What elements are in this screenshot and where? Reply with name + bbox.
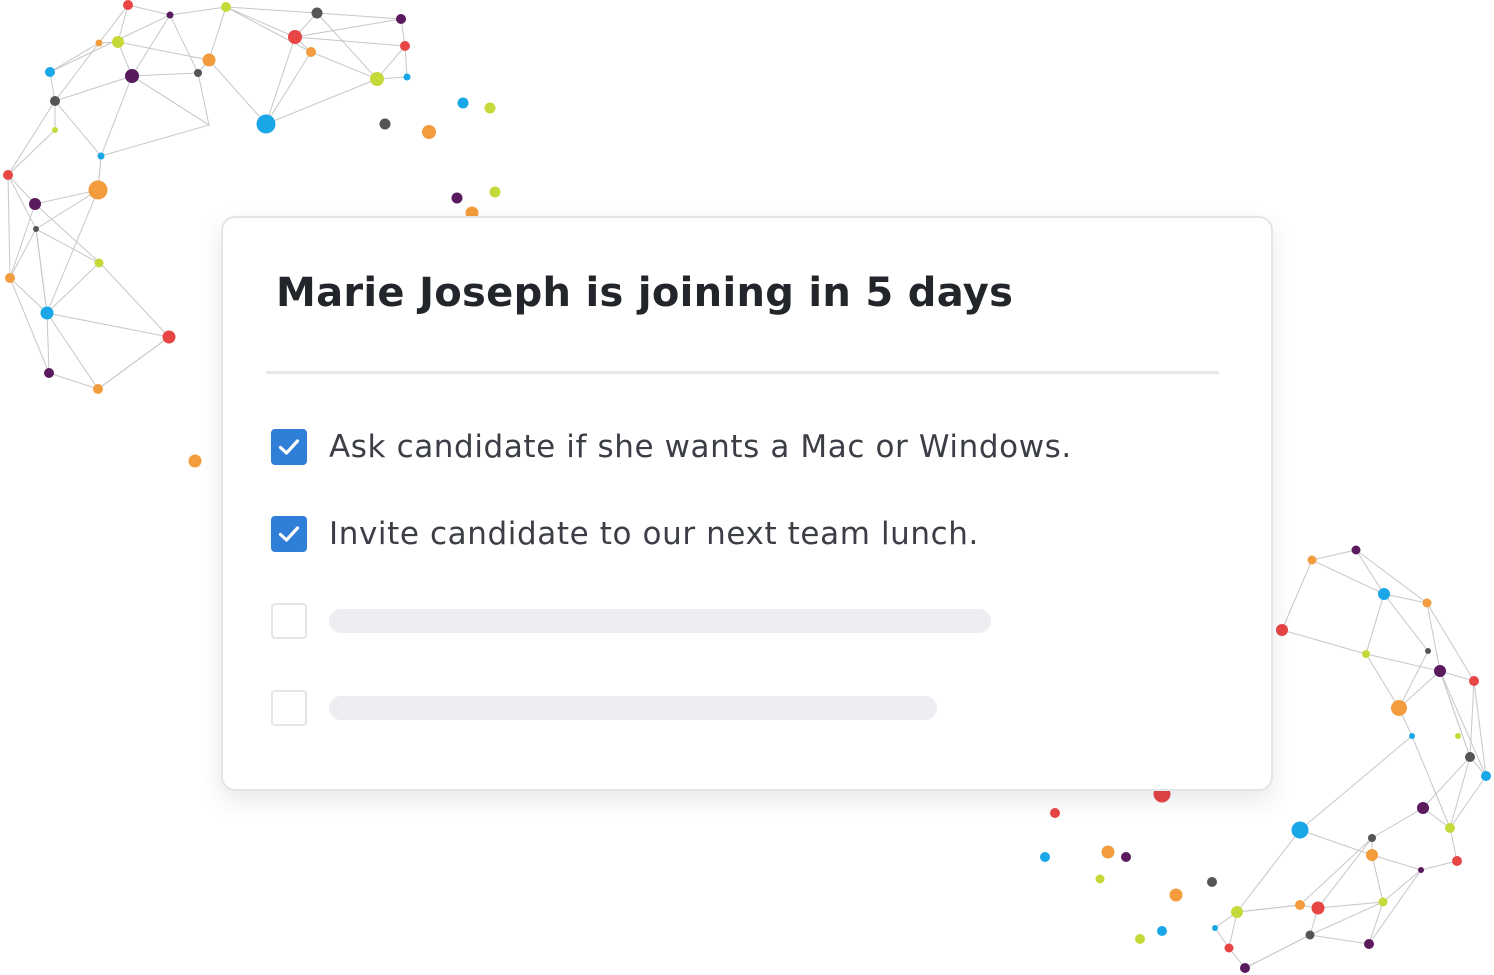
- onboarding-task-card: Marie Joseph is joining in 5 days Ask ca…: [221, 216, 1273, 791]
- task-item[interactable]: Invite candidate to our next team lunch.: [271, 514, 979, 554]
- divider: [266, 371, 1219, 374]
- checkmark-icon: [278, 439, 300, 455]
- task-checkbox-checked[interactable]: [271, 516, 307, 552]
- placeholder-text-bar: [329, 609, 991, 633]
- onboarding-illustration: Marie Joseph is joining in 5 days Ask ca…: [0, 0, 1494, 975]
- task-item[interactable]: Ask candidate if she wants a Mac or Wind…: [271, 427, 1072, 467]
- task-item-placeholder[interactable]: [271, 601, 991, 641]
- task-label: Invite candidate to our next team lunch.: [329, 516, 980, 552]
- task-checkbox-checked[interactable]: [271, 429, 307, 465]
- task-checkbox-unchecked[interactable]: [271, 603, 307, 639]
- task-label: Ask candidate if she wants a Mac or Wind…: [329, 429, 1072, 465]
- task-item-placeholder[interactable]: [271, 688, 937, 728]
- card-title: Marie Joseph is joining in 5 days: [276, 270, 1014, 316]
- placeholder-text-bar: [329, 696, 937, 720]
- task-checkbox-unchecked[interactable]: [271, 690, 307, 726]
- checkmark-icon: [278, 526, 300, 542]
